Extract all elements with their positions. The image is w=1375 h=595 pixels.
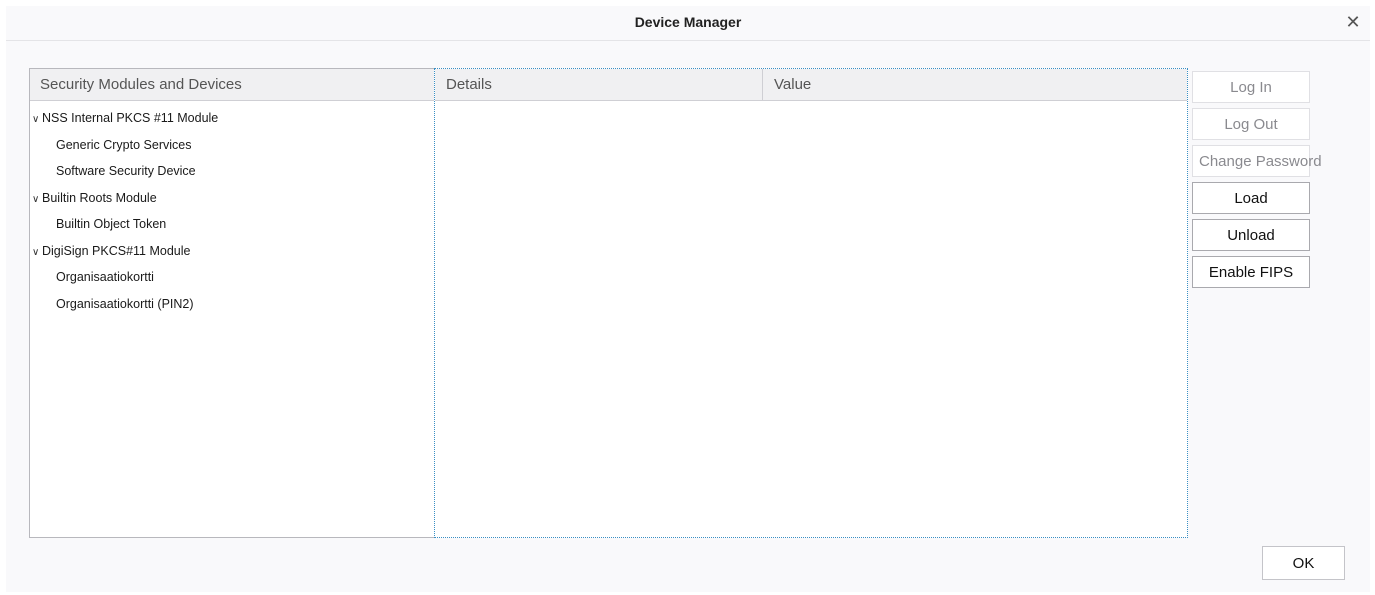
unload-button[interactable]: Unload (1192, 219, 1310, 251)
chevron-down-icon[interactable]: ∨ (32, 187, 42, 214)
details-column-header[interactable]: Details (435, 69, 763, 100)
dialog-title: Device Manager (634, 14, 742, 30)
tree-row-label: Organisaatiokortti (56, 270, 154, 284)
chevron-down-icon[interactable]: ∨ (32, 240, 42, 267)
tree-list: ∨ NSS Internal PKCS #11 Module Generic Cr… (30, 101, 434, 317)
chevron-down-icon[interactable]: ∨ (32, 107, 42, 134)
change-password-button[interactable]: Change Password (1192, 145, 1322, 177)
action-buttons: Log In Log Out Change Password Load Unlo… (1192, 71, 1322, 293)
details-table[interactable]: Details Value (434, 68, 1188, 538)
log-out-button[interactable]: Log Out (1192, 108, 1310, 140)
security-modules-tree[interactable]: Security Modules and Devices ∨ NSS Intern… (29, 68, 435, 538)
tree-row-software-security-device[interactable]: Software Security Device (30, 158, 434, 185)
tree-row-nss-internal-module[interactable]: ∨ NSS Internal PKCS #11 Module (30, 105, 434, 132)
tree-row-generic-crypto-services[interactable]: Generic Crypto Services (30, 132, 434, 159)
tree-row-label: Builtin Object Token (56, 217, 167, 231)
details-column-headers: Details Value (435, 69, 1187, 101)
title-bar: Device Manager ✕ (6, 6, 1370, 41)
tree-row-label: DigiSign PKCS#11 Module (42, 243, 191, 258)
tree-row-label: Software Security Device (56, 164, 196, 178)
tree-row-builtin-object-token[interactable]: Builtin Object Token (30, 211, 434, 238)
tree-column-header[interactable]: Security Modules and Devices (30, 69, 434, 101)
tree-row-label: Builtin Roots Module (42, 190, 157, 205)
load-button[interactable]: Load (1192, 182, 1310, 214)
value-column-header[interactable]: Value (763, 69, 811, 100)
close-icon[interactable]: ✕ (1342, 11, 1364, 33)
tree-row-digisign-module[interactable]: ∨ DigiSign PKCS#11 Module (30, 238, 434, 265)
tree-row-label: NSS Internal PKCS #11 Module (42, 111, 219, 125)
tree-row-label: Generic Crypto Services (56, 137, 192, 152)
tree-row-label: Organisaatiokortti (PIN2) (56, 296, 194, 311)
enable-fips-button[interactable]: Enable FIPS (1192, 256, 1310, 288)
log-in-button[interactable]: Log In (1192, 71, 1310, 103)
tree-row-builtin-roots-module[interactable]: ∨ Builtin Roots Module (30, 185, 434, 212)
tree-row-organisaatiokortti-pin2[interactable]: Organisaatiokortti (PIN2) (30, 291, 434, 318)
ok-button[interactable]: OK (1262, 546, 1345, 580)
device-manager-dialog: Device Manager ✕ Security Modules and De… (6, 6, 1370, 592)
tree-row-organisaatiokortti[interactable]: Organisaatiokortti (30, 264, 434, 291)
